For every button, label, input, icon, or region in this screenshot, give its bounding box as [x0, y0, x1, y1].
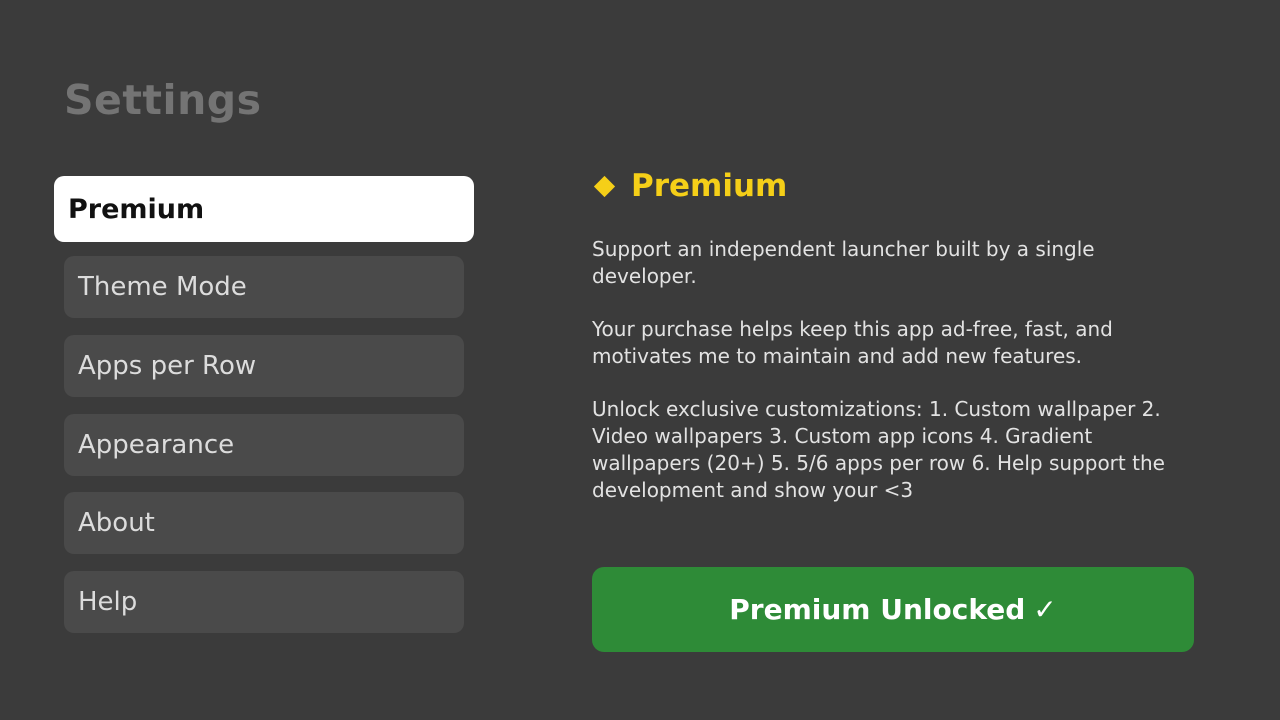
premium-unlocked-label: Premium Unlocked	[729, 593, 1026, 626]
menu-item-help[interactable]: Help	[64, 571, 464, 633]
panel-feature-list: Unlock exclusive customizations: 1. Cust…	[592, 397, 1165, 502]
panel-purchase-note: Your purchase helps keep this app ad-fre…	[592, 317, 1113, 368]
page-title: Settings	[64, 76, 262, 124]
menu-item-about[interactable]: About	[64, 492, 464, 554]
menu-item-appearance[interactable]: Appearance	[64, 414, 464, 476]
menu-item-theme-mode[interactable]: Theme Mode	[64, 256, 464, 318]
checkmark-icon: ✓	[1033, 593, 1057, 626]
panel-title: Premium	[631, 168, 788, 204]
menu-item-apps-per-row[interactable]: Apps per Row	[64, 335, 464, 397]
panel-description: Support an independent launcher built by…	[592, 237, 1095, 288]
panel-header: Premium	[592, 168, 787, 204]
premium-unlocked-button[interactable]: Premium Unlocked ✓	[592, 567, 1194, 652]
menu-item-premium[interactable]: Premium	[54, 176, 474, 242]
diamond-icon	[593, 175, 616, 197]
settings-screen: Settings Premium Theme Mode Apps per Row…	[0, 0, 1280, 720]
